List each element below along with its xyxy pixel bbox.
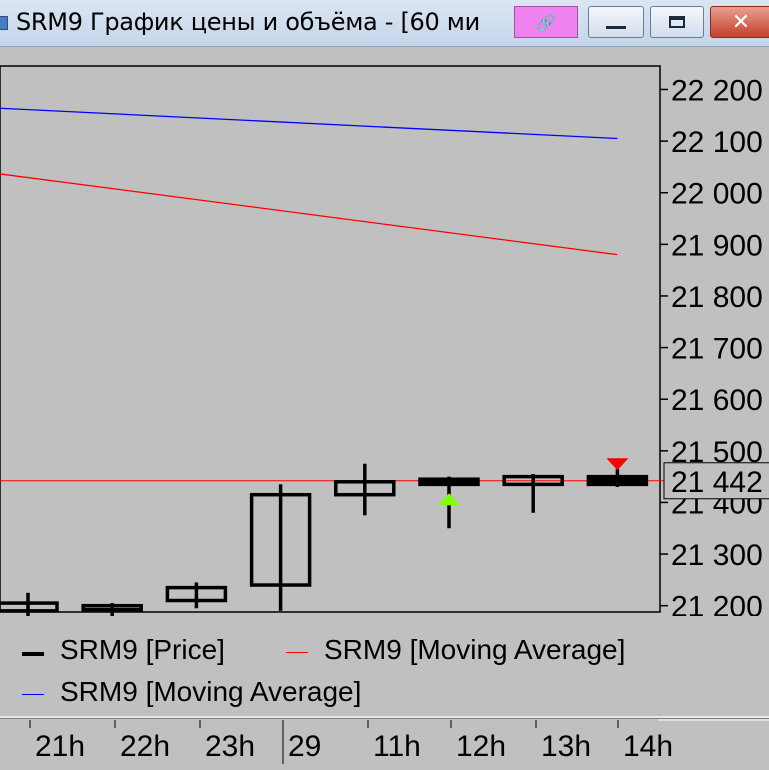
legend-ma-red-label: SRM9 [Moving Average] <box>324 634 626 665</box>
window-title: SRM9 График цены и объёма - [60 ми <box>16 8 480 36</box>
x-tick-label: 21h <box>35 730 85 763</box>
x-tick-label: 11h <box>373 730 421 763</box>
y-tick-label: 21 800 <box>671 281 763 314</box>
x-tick-label: 14h <box>623 730 673 763</box>
x-tick-label: 12h <box>456 730 506 763</box>
plot-area <box>0 65 661 613</box>
time-axis-top-line <box>0 718 769 719</box>
link-button[interactable]: 🔗 <box>514 6 578 38</box>
link-icon: 🔗 <box>536 12 556 32</box>
y-tick-label: 21 200 <box>671 591 763 616</box>
candle-body <box>418 477 480 487</box>
legend-price-label: SRM9 [Price] <box>60 634 225 665</box>
close-button[interactable]: ✕ <box>710 6 769 38</box>
x-tick-label: 29 <box>288 730 321 763</box>
maximize-icon <box>669 16 685 28</box>
app-icon[interactable] <box>0 16 8 30</box>
legend-price-swatch <box>22 652 44 656</box>
candle-body <box>586 474 649 487</box>
legend-ma-red-swatch <box>286 652 308 653</box>
legend-ma-blue-swatch <box>22 694 44 695</box>
legend-ma-blue-label: SRM9 [Moving Average] <box>60 676 362 707</box>
y-tick-label: 22 200 <box>671 74 763 107</box>
time-axis[interactable]: 21h 22h 23h 29 11h 12h 13h 14h <box>0 716 769 766</box>
y-tick-label: 22 000 <box>671 178 763 211</box>
maximize-button[interactable] <box>650 6 704 38</box>
y-tick-label: 21 300 <box>671 539 763 572</box>
y-tick-label: 21 900 <box>671 229 763 262</box>
x-tick-label: 22h <box>120 730 170 763</box>
legend: SRM9 [Price] SRM9 [Moving Average] SRM9 … <box>0 616 769 714</box>
x-tick-label: 23h <box>205 730 255 763</box>
y-tick-label: 21 700 <box>671 333 763 366</box>
x-tick-label: 13h <box>541 730 591 763</box>
minimize-icon <box>606 25 626 29</box>
x-axis: 21h 22h 23h 29 11h 12h 13h 14h <box>29 719 769 764</box>
y-axis: 22 200 22 100 22 000 21 900 21 800 21 700 21 6… <box>660 74 769 616</box>
price-chart[interactable]: 22 200 22 100 22 000 21 900 21 800 21 700 21 6… <box>0 46 769 616</box>
title-bar: SRM9 График цены и объёма - [60 ми 🔗 ✕ <box>0 0 769 47</box>
y-tick-label: 21 600 <box>671 384 763 417</box>
close-icon: ✕ <box>731 9 751 35</box>
minimize-button[interactable] <box>588 6 644 38</box>
y-tick-label: 22 100 <box>671 126 763 159</box>
current-price-label: 21 442 <box>671 466 763 499</box>
